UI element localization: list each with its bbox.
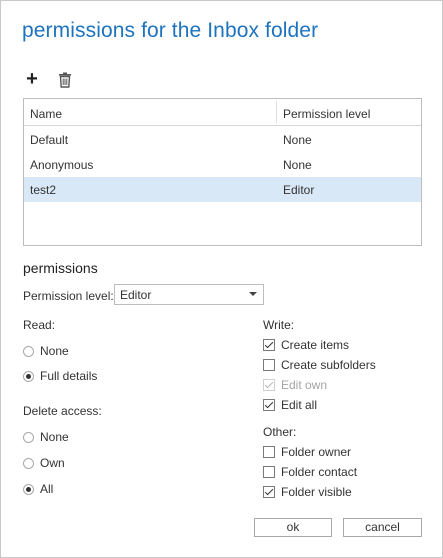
radio-selected-icon bbox=[23, 483, 34, 495]
permission-level-value: Editor bbox=[120, 288, 152, 302]
checkbox-icon bbox=[263, 359, 275, 371]
checkbox-checked-icon bbox=[263, 339, 275, 351]
folder-visible-label: Folder visible bbox=[281, 485, 352, 499]
row-level: None bbox=[283, 158, 312, 172]
read-label: Read: bbox=[23, 318, 56, 332]
read-none-radio[interactable]: None bbox=[23, 344, 69, 358]
plus-icon: + bbox=[26, 68, 38, 90]
row-name: Default bbox=[30, 133, 69, 147]
radio-icon bbox=[23, 457, 34, 469]
read-none-label: None bbox=[40, 344, 69, 358]
edit-own-checkbox: Edit own bbox=[263, 378, 327, 392]
delete-all-radio[interactable]: All bbox=[23, 482, 53, 496]
read-full-details-radio[interactable]: Full details bbox=[23, 369, 97, 383]
trash-icon bbox=[59, 72, 71, 88]
folder-visible-checkbox[interactable]: Folder visible bbox=[263, 485, 352, 499]
permission-level-label: Permission level: bbox=[23, 289, 114, 303]
edit-all-checkbox[interactable]: Edit all bbox=[263, 398, 317, 412]
delete-none-label: None bbox=[40, 430, 69, 444]
delete-access-label: Delete access: bbox=[23, 404, 102, 418]
dialog-title: permissions for the Inbox folder bbox=[22, 19, 319, 42]
folder-owner-checkbox[interactable]: Folder owner bbox=[263, 445, 351, 459]
ok-button[interactable]: ok bbox=[254, 518, 332, 537]
write-label: Write: bbox=[263, 318, 295, 332]
delete-own-label: Own bbox=[40, 456, 65, 470]
list-row-test2[interactable]: test2 Editor bbox=[24, 177, 421, 202]
chevron-down-icon bbox=[249, 292, 257, 296]
create-items-checkbox[interactable]: Create items bbox=[263, 338, 349, 352]
folder-owner-label: Folder owner bbox=[281, 445, 352, 459]
checkbox-checked-icon bbox=[263, 399, 275, 411]
folder-contact-label: Folder contact bbox=[281, 465, 358, 479]
list-row-anonymous[interactable]: Anonymous None bbox=[24, 152, 421, 177]
column-header-permission-level[interactable]: Permission level bbox=[283, 107, 370, 121]
row-name: Anonymous bbox=[30, 158, 94, 172]
column-divider bbox=[276, 101, 277, 123]
permission-level-select[interactable]: Editor bbox=[114, 284, 264, 305]
permissions-list: Name Permission level Default None Anony… bbox=[23, 98, 422, 246]
add-permission-button[interactable]: + bbox=[23, 68, 41, 90]
column-header-name[interactable]: Name bbox=[30, 107, 62, 121]
edit-all-label: Edit all bbox=[281, 398, 318, 412]
checkbox-checked-disabled-icon bbox=[263, 379, 275, 391]
permissions-dialog: permissions for the Inbox folder + Name … bbox=[0, 0, 443, 558]
row-level: None bbox=[283, 133, 312, 147]
permissions-section-title: permissions bbox=[23, 260, 98, 276]
cancel-button[interactable]: cancel bbox=[343, 518, 422, 537]
radio-icon bbox=[23, 345, 34, 357]
radio-icon bbox=[23, 431, 34, 443]
read-full-details-label: Full details bbox=[40, 369, 98, 383]
list-header: Name Permission level bbox=[24, 99, 421, 126]
row-name: test2 bbox=[30, 183, 57, 197]
row-level: Editor bbox=[283, 183, 315, 197]
create-subfolders-label: Create subfolders bbox=[281, 358, 376, 372]
checkbox-checked-icon bbox=[263, 486, 275, 498]
list-row-default[interactable]: Default None bbox=[24, 127, 421, 152]
create-items-label: Create items bbox=[281, 338, 350, 352]
delete-own-radio[interactable]: Own bbox=[23, 456, 65, 470]
checkbox-icon bbox=[263, 446, 275, 458]
delete-none-radio[interactable]: None bbox=[23, 430, 69, 444]
edit-own-label: Edit own bbox=[281, 378, 328, 392]
checkbox-icon bbox=[263, 466, 275, 478]
other-label: Other: bbox=[263, 425, 297, 439]
radio-selected-icon bbox=[23, 370, 34, 382]
folder-contact-checkbox[interactable]: Folder contact bbox=[263, 465, 357, 479]
create-subfolders-checkbox[interactable]: Create subfolders bbox=[263, 358, 376, 372]
delete-permission-button[interactable] bbox=[56, 71, 74, 89]
delete-all-label: All bbox=[40, 482, 54, 496]
